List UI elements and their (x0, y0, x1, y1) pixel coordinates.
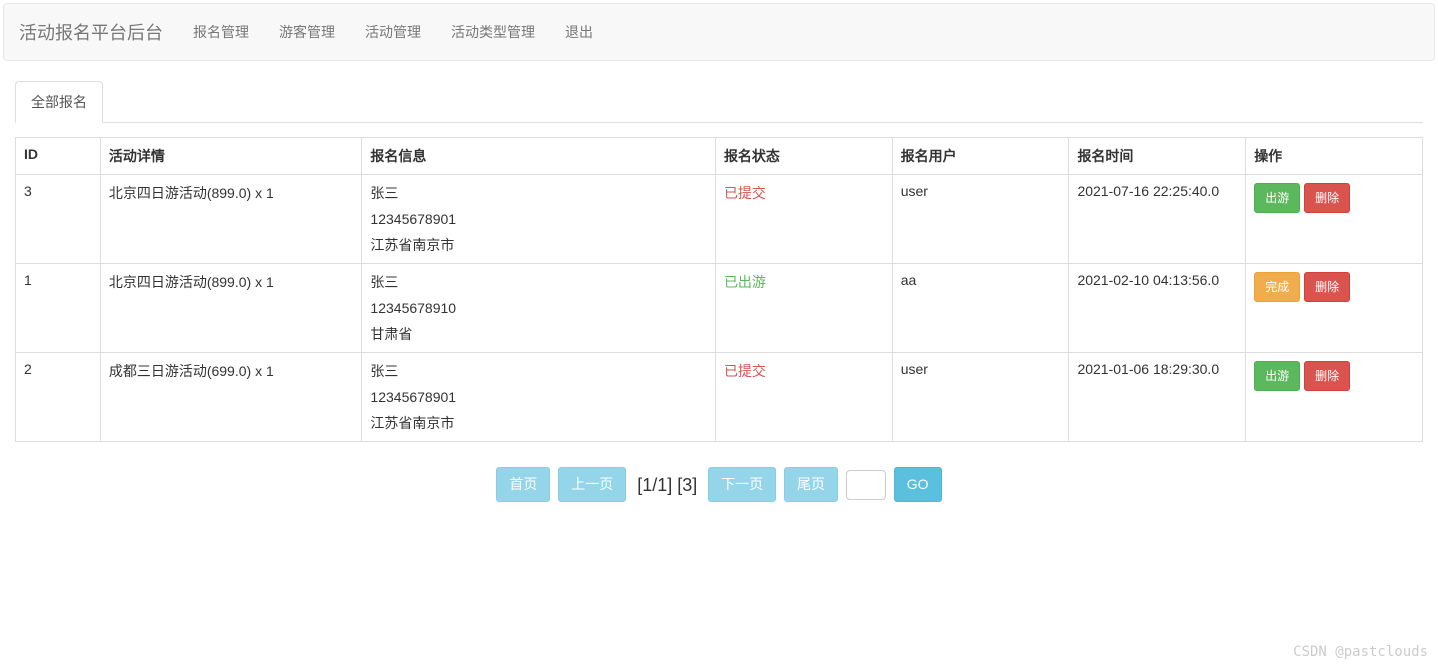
action-delete-button[interactable]: 删除 (1304, 183, 1350, 213)
page-next-button[interactable]: 下一页 (708, 467, 776, 502)
info-addr: 甘肃省 (370, 324, 707, 344)
cell-status: 已出游 (715, 264, 892, 353)
status-text: 已提交 (724, 363, 766, 379)
page-number-input[interactable] (846, 470, 886, 500)
page-go-button[interactable]: GO (894, 467, 942, 502)
info-addr: 江苏省南京市 (370, 413, 707, 433)
action-primary-button[interactable]: 完成 (1254, 272, 1300, 302)
info-phone: 12345678901 (370, 211, 707, 227)
info-name: 张三 (370, 183, 707, 203)
navbar-nav: 报名管理 游客管理 活动管理 活动类型管理 退出 (178, 7, 608, 57)
th-activity: 活动详情 (100, 138, 362, 175)
th-user: 报名用户 (892, 138, 1069, 175)
th-id: ID (16, 138, 101, 175)
info-addr: 江苏省南京市 (370, 235, 707, 255)
status-text: 已提交 (724, 185, 766, 201)
action-delete-button[interactable]: 删除 (1304, 272, 1350, 302)
nav-activity-mgmt[interactable]: 活动管理 (350, 7, 436, 57)
cell-action: 出游 删除 (1246, 175, 1423, 264)
cell-action: 完成 删除 (1246, 264, 1423, 353)
cell-status: 已提交 (715, 353, 892, 442)
nav-visitor-mgmt[interactable]: 游客管理 (264, 7, 350, 57)
navbar-brand[interactable]: 活动报名平台后台 (19, 4, 178, 60)
navbar: 活动报名平台后台 报名管理 游客管理 活动管理 活动类型管理 退出 (3, 3, 1435, 61)
cell-user: user (892, 353, 1069, 442)
watermark: CSDN @pastclouds (1293, 644, 1428, 660)
table-row: 1 北京四日游活动(899.0) x 1 张三 12345678910 甘肃省 … (16, 264, 1423, 353)
nav-activity-type-mgmt[interactable]: 活动类型管理 (436, 7, 550, 57)
cell-time: 2021-01-06 18:29:30.0 (1069, 353, 1246, 442)
th-action: 操作 (1246, 138, 1423, 175)
cell-id: 1 (16, 264, 101, 353)
nav-registration-mgmt[interactable]: 报名管理 (178, 7, 264, 57)
cell-user: aa (892, 264, 1069, 353)
info-name: 张三 (370, 361, 707, 381)
nav-logout[interactable]: 退出 (550, 7, 608, 57)
tabs: 全部报名 (15, 81, 1423, 123)
cell-user: user (892, 175, 1069, 264)
main-container: 全部报名 ID 活动详情 报名信息 报名状态 报名用户 报名时间 操作 3 北京… (0, 81, 1438, 502)
cell-activity: 成都三日游活动(699.0) x 1 (100, 353, 362, 442)
cell-activity: 北京四日游活动(899.0) x 1 (100, 175, 362, 264)
action-primary-button[interactable]: 出游 (1254, 361, 1300, 391)
action-primary-button[interactable]: 出游 (1254, 183, 1300, 213)
cell-info: 张三 12345678910 甘肃省 (362, 264, 716, 353)
th-status: 报名状态 (715, 138, 892, 175)
cell-info: 张三 12345678901 江苏省南京市 (362, 175, 716, 264)
action-delete-button[interactable]: 删除 (1304, 361, 1350, 391)
page-last-button[interactable]: 尾页 (784, 467, 838, 502)
status-text: 已出游 (724, 274, 766, 290)
tab-all-registrations[interactable]: 全部报名 (15, 81, 103, 123)
info-phone: 12345678901 (370, 389, 707, 405)
table-row: 2 成都三日游活动(699.0) x 1 张三 12345678901 江苏省南… (16, 353, 1423, 442)
th-time: 报名时间 (1069, 138, 1246, 175)
table-row: 3 北京四日游活动(899.0) x 1 张三 12345678901 江苏省南… (16, 175, 1423, 264)
cell-activity: 北京四日游活动(899.0) x 1 (100, 264, 362, 353)
page-info: [1/1] [3] (637, 475, 697, 496)
cell-action: 出游 删除 (1246, 353, 1423, 442)
page-first-button[interactable]: 首页 (496, 467, 550, 502)
th-info: 报名信息 (362, 138, 716, 175)
cell-status: 已提交 (715, 175, 892, 264)
info-phone: 12345678910 (370, 300, 707, 316)
page-prev-button[interactable]: 上一页 (558, 467, 626, 502)
table-header-row: ID 活动详情 报名信息 报名状态 报名用户 报名时间 操作 (16, 138, 1423, 175)
cell-id: 2 (16, 353, 101, 442)
pagination: 首页 上一页 [1/1] [3] 下一页 尾页 GO (15, 467, 1423, 502)
registrations-table: ID 活动详情 报名信息 报名状态 报名用户 报名时间 操作 3 北京四日游活动… (15, 137, 1423, 442)
cell-id: 3 (16, 175, 101, 264)
info-name: 张三 (370, 272, 707, 292)
cell-time: 2021-07-16 22:25:40.0 (1069, 175, 1246, 264)
cell-info: 张三 12345678901 江苏省南京市 (362, 353, 716, 442)
cell-time: 2021-02-10 04:13:56.0 (1069, 264, 1246, 353)
